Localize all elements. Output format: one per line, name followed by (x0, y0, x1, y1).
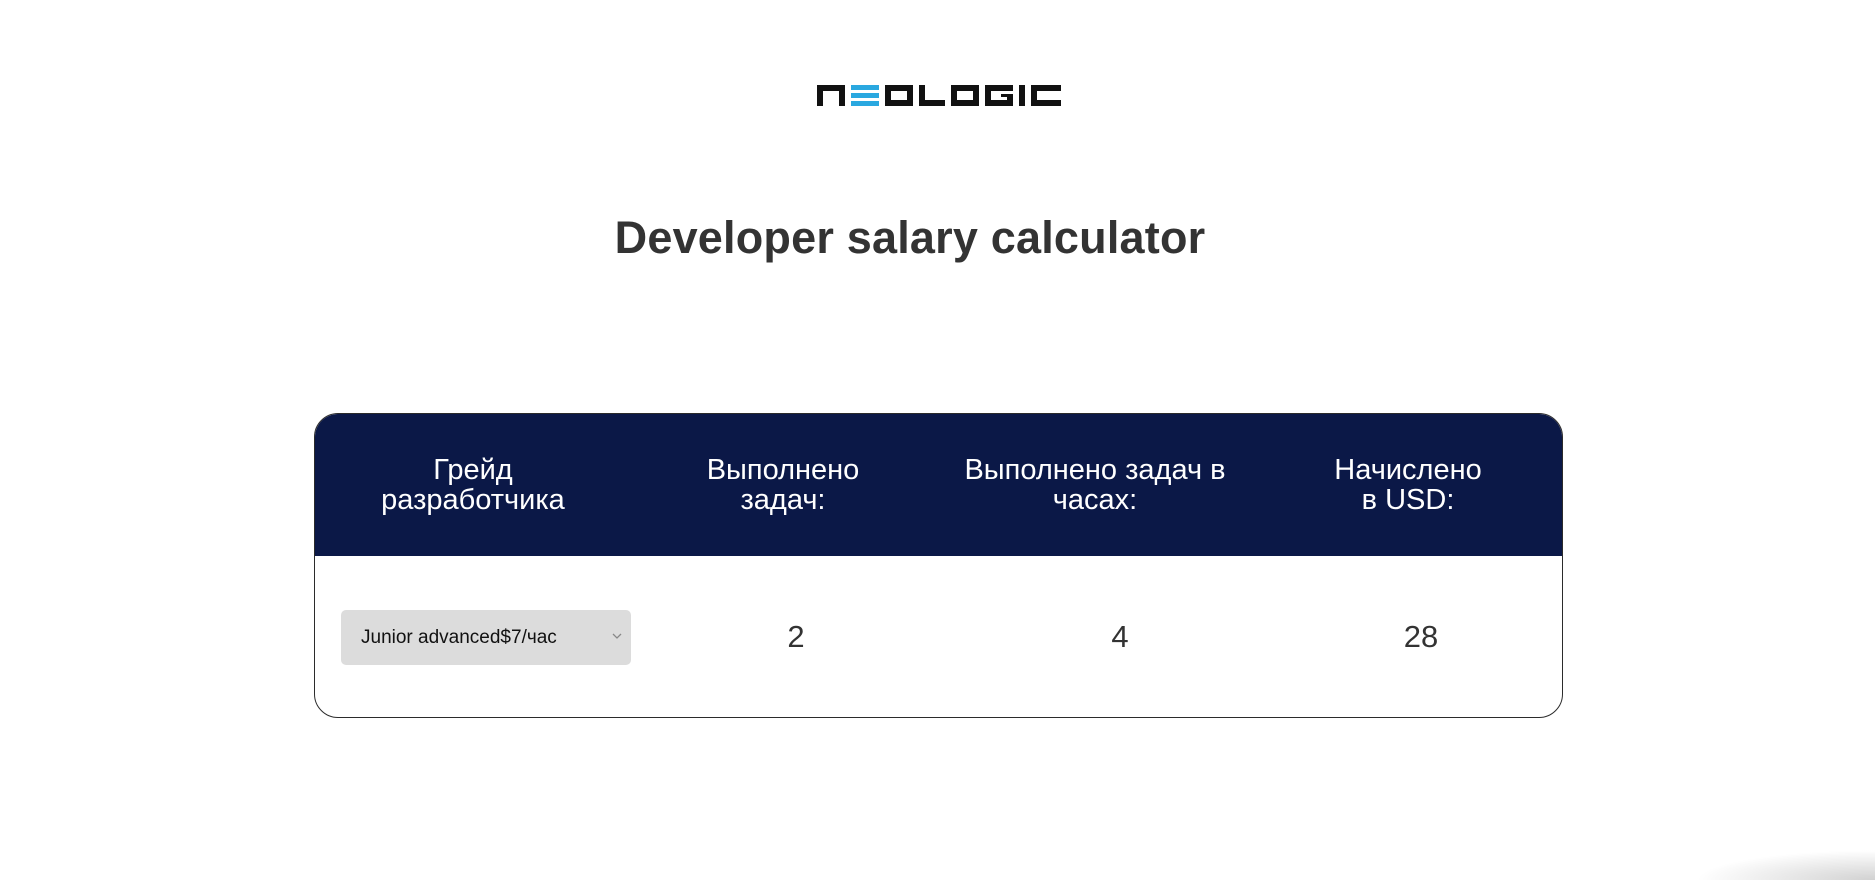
table-header: Грейд разработчика Выполнено задач: Выпо… (315, 414, 1562, 556)
header-grade: Грейд разработчика (315, 414, 631, 556)
header-usd-line2: в USD: (1361, 484, 1455, 516)
grade-select[interactable]: Junior advanced$7/час (341, 610, 631, 665)
grade-select-value: Junior advanced$7/час (361, 626, 557, 648)
header-grade-line2: разработчика (381, 484, 565, 516)
usd-value: 28 (1403, 618, 1439, 654)
tasks-done-value: 2 (787, 618, 805, 654)
page: Developer salary calculator Грейд разраб… (0, 0, 1875, 880)
header-tasks-line1: Выполнено (706, 454, 860, 486)
corner-shadow (1695, 850, 1875, 880)
header-usd: Начислено в USD: (1255, 414, 1561, 556)
page-title: Developer salary calculator (614, 212, 1206, 263)
hours-value: 4 (1111, 618, 1129, 654)
neologic-logo (815, 80, 1065, 110)
header-tasks-done: Выполнено задач: (631, 414, 935, 556)
header-hours-line1: Выполнено задач в (964, 454, 1226, 486)
salary-table: Грейд разработчика Выполнено задач: Выпо… (314, 413, 1563, 718)
header-usd-line1: Начислено (1334, 454, 1482, 486)
chevron-down-icon (612, 633, 622, 639)
header-grade-line1: Грейд (433, 454, 513, 486)
header-hours: Выполнено задач в часах: (935, 414, 1255, 556)
header-hours-line2: часах: (1052, 484, 1138, 516)
logo-mark (817, 85, 1061, 106)
header-tasks-line2: задач: (740, 484, 826, 516)
